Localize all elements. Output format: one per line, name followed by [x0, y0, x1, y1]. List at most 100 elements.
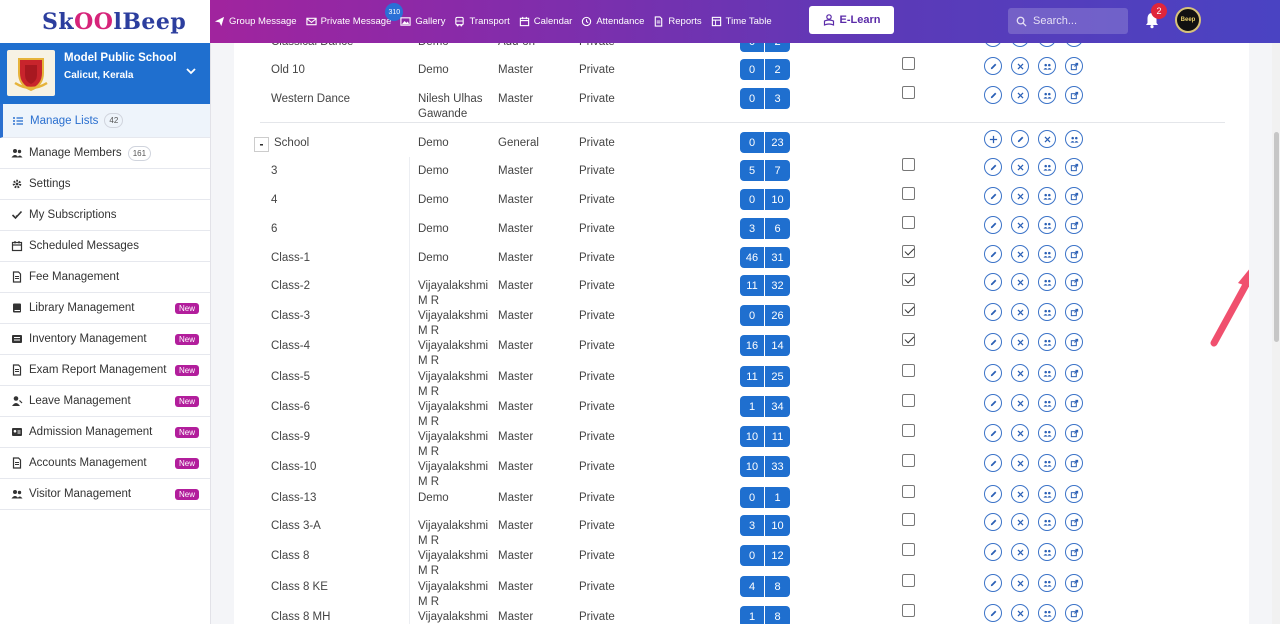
- add-icon[interactable]: [984, 130, 1002, 148]
- count-right[interactable]: 2: [765, 59, 790, 80]
- count-right[interactable]: 3: [765, 88, 790, 109]
- member-counts[interactable]: 0 10: [740, 189, 790, 210]
- members-icon[interactable]: [1038, 604, 1056, 622]
- members-icon[interactable]: [1038, 158, 1056, 176]
- count-left[interactable]: 0: [740, 545, 765, 566]
- count-right[interactable]: 23: [765, 132, 790, 153]
- share-icon[interactable]: [1065, 216, 1083, 234]
- count-right[interactable]: 32: [765, 275, 790, 296]
- member-counts[interactable]: 0 12: [740, 545, 790, 566]
- delete-icon[interactable]: [1011, 86, 1029, 104]
- members-icon[interactable]: [1038, 574, 1056, 592]
- count-left[interactable]: 46: [740, 247, 765, 268]
- share-icon[interactable]: [1065, 604, 1083, 622]
- nav-group-message[interactable]: Group Message: [214, 16, 297, 27]
- list-checkbox[interactable]: [902, 513, 915, 526]
- sidebar-item-admission-management[interactable]: Admission Management New: [0, 417, 210, 448]
- edit-icon[interactable]: [1011, 130, 1029, 148]
- members-icon[interactable]: [1038, 454, 1056, 472]
- sidebar-item-my-subscriptions[interactable]: My Subscriptions: [0, 200, 210, 231]
- member-counts[interactable]: 57: [740, 160, 790, 181]
- members-icon[interactable]: [1038, 187, 1056, 205]
- delete-icon[interactable]: [1011, 485, 1029, 503]
- sidebar-item-scheduled-messages[interactable]: Scheduled Messages: [0, 231, 210, 262]
- list-checkbox[interactable]: [902, 216, 915, 229]
- sidebar-item-library-management[interactable]: Library Management New: [0, 293, 210, 324]
- nav-calendar[interactable]: Calendar: [519, 16, 572, 27]
- members-icon[interactable]: [1038, 245, 1056, 263]
- delete-icon[interactable]: [1011, 454, 1029, 472]
- count-left[interactable]: 11: [740, 366, 765, 387]
- count-right[interactable]: 25: [765, 366, 790, 387]
- share-icon[interactable]: [1065, 454, 1083, 472]
- count-right[interactable]: 34: [765, 396, 790, 417]
- delete-icon[interactable]: [1011, 513, 1029, 531]
- share-icon[interactable]: [1065, 543, 1083, 561]
- delete-icon[interactable]: [1011, 57, 1029, 75]
- member-counts[interactable]: 11 32: [740, 275, 790, 296]
- members-icon[interactable]: [1038, 513, 1056, 531]
- scrollbar-thumb[interactable]: [1274, 132, 1279, 342]
- delete-icon[interactable]: [1011, 43, 1029, 47]
- members-icon[interactable]: [1038, 485, 1056, 503]
- members-icon[interactable]: [1038, 333, 1056, 351]
- count-right[interactable]: 7: [765, 160, 790, 181]
- share-icon[interactable]: [1065, 158, 1083, 176]
- list-checkbox[interactable]: [902, 604, 915, 617]
- count-right[interactable]: 33: [765, 456, 790, 477]
- count-right[interactable]: 6: [765, 218, 790, 239]
- share-icon[interactable]: [1065, 364, 1083, 382]
- count-left[interactable]: 16: [740, 335, 765, 356]
- share-icon[interactable]: [1065, 86, 1083, 104]
- count-left[interactable]: 0: [740, 305, 765, 326]
- sidebar-item-visitor-management[interactable]: Visitor Management New: [0, 479, 210, 510]
- elearn-button[interactable]: E-Learn: [809, 6, 894, 34]
- avatar[interactable]: Beep: [1175, 7, 1201, 33]
- members-icon[interactable]: [1038, 86, 1056, 104]
- sidebar-item-settings[interactable]: Settings: [0, 169, 210, 200]
- delete-icon[interactable]: [1038, 130, 1056, 148]
- count-left[interactable]: 0: [740, 43, 765, 52]
- list-checkbox[interactable]: [902, 57, 915, 70]
- count-left[interactable]: 3: [740, 515, 765, 536]
- share-icon[interactable]: [1065, 394, 1083, 412]
- nav-time-table[interactable]: Time Table: [711, 16, 772, 27]
- sidebar-item-accounts-management[interactable]: Accounts Management New: [0, 448, 210, 479]
- share-icon[interactable]: [1065, 574, 1083, 592]
- list-checkbox[interactable]: [902, 303, 915, 316]
- sidebar-item-exam-report-management[interactable]: Exam Report Management New: [0, 355, 210, 386]
- edit-icon[interactable]: [984, 43, 1002, 47]
- members-icon[interactable]: [1038, 364, 1056, 382]
- member-counts[interactable]: 1 34: [740, 396, 790, 417]
- edit-icon[interactable]: [984, 364, 1002, 382]
- share-icon[interactable]: [1065, 43, 1083, 47]
- app-logo[interactable]: SkOOlBeep: [0, 0, 210, 43]
- member-counts[interactable]: 48: [740, 576, 790, 597]
- member-counts[interactable]: 46 31: [740, 247, 790, 268]
- members-icon[interactable]: [1038, 273, 1056, 291]
- member-counts[interactable]: 11 25: [740, 366, 790, 387]
- edit-icon[interactable]: [984, 86, 1002, 104]
- list-checkbox[interactable]: [902, 158, 915, 171]
- delete-icon[interactable]: [1011, 187, 1029, 205]
- count-left[interactable]: 10: [740, 456, 765, 477]
- edit-icon[interactable]: [984, 394, 1002, 412]
- member-counts[interactable]: 3 10: [740, 515, 790, 536]
- list-checkbox[interactable]: [902, 245, 915, 258]
- member-counts[interactable]: 01: [740, 487, 790, 508]
- members-icon[interactable]: [1038, 424, 1056, 442]
- delete-icon[interactable]: [1011, 158, 1029, 176]
- member-counts[interactable]: 02: [740, 59, 790, 80]
- edit-icon[interactable]: [984, 604, 1002, 622]
- nav-gallery[interactable]: Gallery: [400, 16, 445, 27]
- count-right[interactable]: 1: [765, 487, 790, 508]
- count-left[interactable]: 3: [740, 218, 765, 239]
- sidebar-item-manage-lists[interactable]: Manage Lists 42: [0, 104, 210, 138]
- member-counts[interactable]: 36: [740, 218, 790, 239]
- edit-icon[interactable]: [984, 273, 1002, 291]
- count-right[interactable]: 10: [765, 515, 790, 536]
- nav-private-message[interactable]: Private Message 310: [305, 3, 404, 27]
- member-counts[interactable]: 0 26: [740, 305, 790, 326]
- share-icon[interactable]: [1065, 57, 1083, 75]
- edit-icon[interactable]: [984, 57, 1002, 75]
